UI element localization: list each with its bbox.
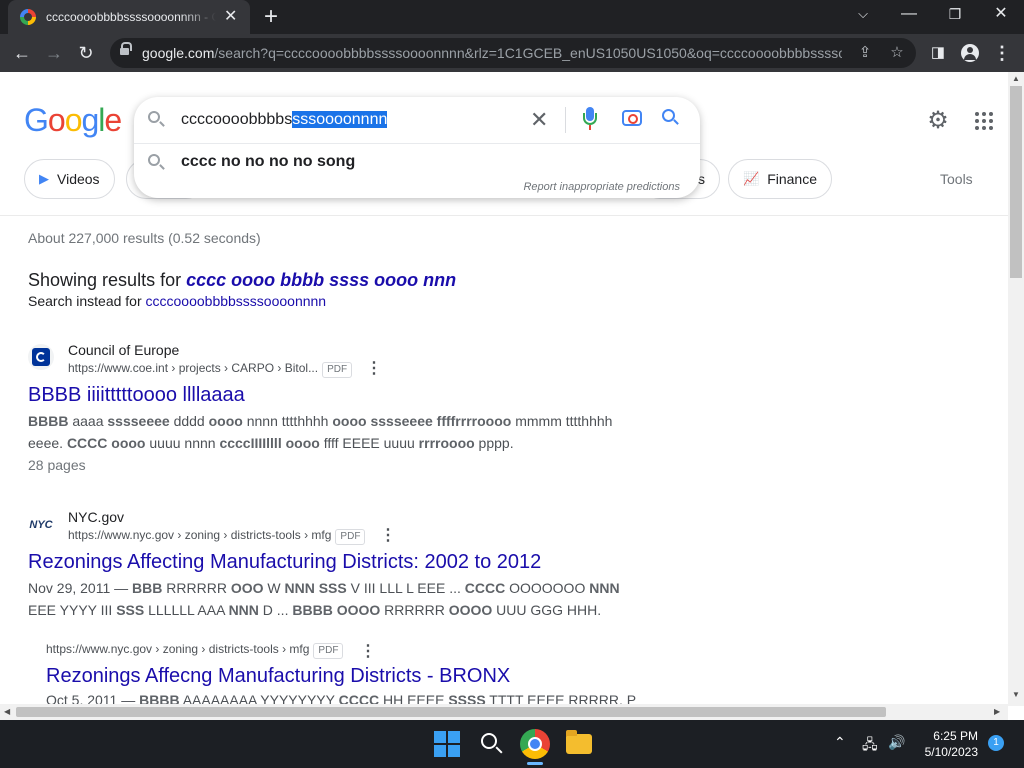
- lock-icon[interactable]: [120, 42, 132, 57]
- chip-finance[interactable]: 📈 Finance: [728, 159, 832, 199]
- tab-close-icon[interactable]: ✕: [224, 9, 237, 25]
- tab-title: ccccoooobbbbssssoooonnnn - Google Search: [46, 10, 216, 24]
- scroll-down-arrow-icon[interactable]: ▼: [1012, 690, 1020, 699]
- result-2-snippet-line-2: EEE YYYY III SSS LLLLLL AAA NNN D ... BB…: [28, 602, 602, 618]
- google-logo[interactable]: Google: [24, 102, 122, 139]
- restore-button[interactable]: ❐: [940, 4, 970, 24]
- result-2-title[interactable]: Rezonings Affecting Manufacturing Distri…: [28, 551, 541, 574]
- back-button[interactable]: ←: [10, 41, 34, 65]
- clock-time: 6:25 PM: [933, 729, 978, 743]
- corrected-query-link[interactable]: cccc oooo bbbb ssss oooo nnn: [186, 270, 456, 290]
- original-query-link[interactable]: ccccoooobbbbssssoooonnnn: [146, 293, 327, 309]
- profile-avatar-icon[interactable]: [958, 41, 982, 65]
- result-2-more-icon[interactable]: ⋮: [380, 528, 396, 544]
- popup-divider: [134, 143, 700, 144]
- clock-date: 5/10/2023: [924, 745, 978, 759]
- side-panel-icon[interactable]: ◨: [926, 41, 950, 65]
- voice-search-mic-icon[interactable]: [583, 107, 597, 131]
- minimize-button[interactable]: —: [894, 4, 924, 24]
- taskbar-search-icon[interactable]: [476, 729, 506, 759]
- search-submit-icon[interactable]: [662, 109, 680, 127]
- tray-chevron-up-icon[interactable]: ⌃: [834, 734, 846, 751]
- result-2-snippet: Nov 29, 2011 — BBB RRRRRR OOO W NNN SSS …: [28, 577, 648, 621]
- result-1-more-icon[interactable]: ⋮: [366, 361, 382, 377]
- google-apps-icon[interactable]: [975, 112, 993, 130]
- windows-start-icon[interactable]: [432, 729, 462, 759]
- scroll-up-arrow-icon[interactable]: ▲: [1012, 74, 1020, 83]
- result-1-url[interactable]: https://www.coe.int › projects › CARPO ›…: [68, 361, 353, 378]
- address-bar[interactable]: google.com/search?q=ccccoooobbbbssssoooo…: [110, 38, 916, 68]
- finance-chart-icon: 📈: [743, 171, 760, 186]
- reload-button[interactable]: ↻: [74, 41, 98, 65]
- notification-badge[interactable]: 1: [988, 735, 1004, 751]
- pdf-badge: PDF: [313, 643, 344, 659]
- report-predictions-link[interactable]: Report inappropriate predictions: [523, 181, 680, 193]
- lens-camera-icon[interactable]: [622, 110, 642, 126]
- file-explorer-icon[interactable]: [566, 730, 592, 754]
- vertical-scroll-thumb[interactable]: [1010, 86, 1022, 278]
- chrome-taskbar-icon[interactable]: [520, 729, 550, 759]
- suggestion-search-icon: [148, 154, 164, 170]
- search-instead-for: Search instead for ccccoooobbbbssssoooon…: [28, 293, 327, 309]
- bookmark-star-icon[interactable]: ☆: [888, 44, 906, 62]
- volume-icon[interactable]: 🔊: [888, 734, 905, 751]
- new-tab-button[interactable]: +: [258, 4, 284, 30]
- result-stats: About 227,000 results (0.52 seconds): [28, 230, 261, 246]
- settings-gear-icon[interactable]: ⚙: [926, 109, 950, 133]
- horizontal-scroll-thumb[interactable]: [16, 707, 886, 717]
- result-1-snippet-line-1: BBBB aaaa sssseeee dddd oooo nnnn tttthh…: [28, 413, 613, 429]
- forward-button[interactable]: →: [42, 41, 66, 65]
- result-1-snippet-line-2: eeee. CCCC oooo uuuu nnnn ccccIIIIllll o…: [28, 435, 514, 451]
- nyc-favicon-icon[interactable]: NYC: [28, 512, 54, 538]
- pdf-badge: PDF: [322, 362, 353, 378]
- google-results-page: Google ▶ Videos s 📈 Finance Tools ⚙ ccccoo…: [0, 72, 1008, 706]
- result-1-snippet: BBBB aaaa sssseeee dddd oooo nnnn tttthh…: [28, 410, 628, 476]
- browser-title-bar: ccccoooobbbbssssoooonnnn - Google Search…: [0, 0, 1024, 34]
- result-3-more-icon[interactable]: ⋮: [360, 644, 376, 660]
- result-2-url[interactable]: https://www.nyc.gov › zoning › districts…: [68, 528, 366, 545]
- browser-toolbar: ← → ↻ google.com/search?q=ccccoooobbbbss…: [0, 34, 1024, 72]
- scroll-left-arrow-icon[interactable]: ◀: [4, 707, 10, 716]
- tools-button[interactable]: Tools: [940, 171, 973, 187]
- url-text[interactable]: google.com/search?q=ccccoooobbbbssssoooo…: [142, 45, 842, 61]
- separator: [565, 107, 566, 133]
- result-3-url[interactable]: https://www.nyc.gov › zoning › districts…: [46, 642, 344, 659]
- windows-taskbar: ⌃ 🖧 🔊 6:25 PM 5/10/2023 1: [0, 720, 1024, 768]
- system-clock[interactable]: 6:25 PM 5/10/2023: [918, 728, 978, 760]
- result-1-title[interactable]: BBBB iiiitttttoooo llllaaaa: [28, 384, 245, 407]
- showing-results-for: Showing results for cccc oooo bbbb ssss …: [28, 270, 457, 290]
- tab-search-chevron-icon[interactable]: ⌵: [848, 4, 878, 24]
- autocomplete-suggestion[interactable]: cccc no no no no song: [181, 153, 355, 171]
- search-icon: [148, 111, 164, 127]
- scroll-right-arrow-icon[interactable]: ▶: [994, 707, 1000, 716]
- header-divider: [0, 215, 1008, 216]
- search-input[interactable]: ccccoooobbbbssssoooonnnn: [181, 111, 388, 129]
- clear-search-icon[interactable]: ✕: [530, 107, 548, 133]
- search-box-dropdown[interactable]: ccccoooobbbbssssoooonnnn ✕ cccc no no no…: [134, 97, 700, 198]
- coe-favicon-icon[interactable]: [28, 344, 54, 370]
- network-icon[interactable]: 🖧: [862, 734, 878, 758]
- share-icon[interactable]: ⇪: [856, 44, 874, 62]
- result-2-snippet-line-1: Nov 29, 2011 — BBB RRRRRR OOO W NNN SSS …: [28, 580, 620, 596]
- result-2-site[interactable]: NYC.gov: [68, 509, 124, 525]
- video-icon: ▶: [39, 171, 49, 186]
- close-window-button[interactable]: ✕: [986, 4, 1016, 24]
- pdf-badge: PDF: [335, 529, 366, 545]
- chip-videos[interactable]: ▶ Videos: [24, 159, 115, 199]
- google-favicon-icon: [20, 9, 36, 25]
- browser-tab[interactable]: ccccoooobbbbssssoooonnnn - Google Search…: [8, 0, 250, 34]
- result-1-site[interactable]: Council of Europe: [68, 342, 179, 358]
- active-app-indicator: [527, 762, 543, 765]
- result-1-pages: 28 pages: [28, 457, 86, 473]
- menu-kebab-icon[interactable]: ⋮: [990, 41, 1014, 65]
- result-3-title[interactable]: Rezonings Affecng Manufacturing District…: [46, 665, 510, 688]
